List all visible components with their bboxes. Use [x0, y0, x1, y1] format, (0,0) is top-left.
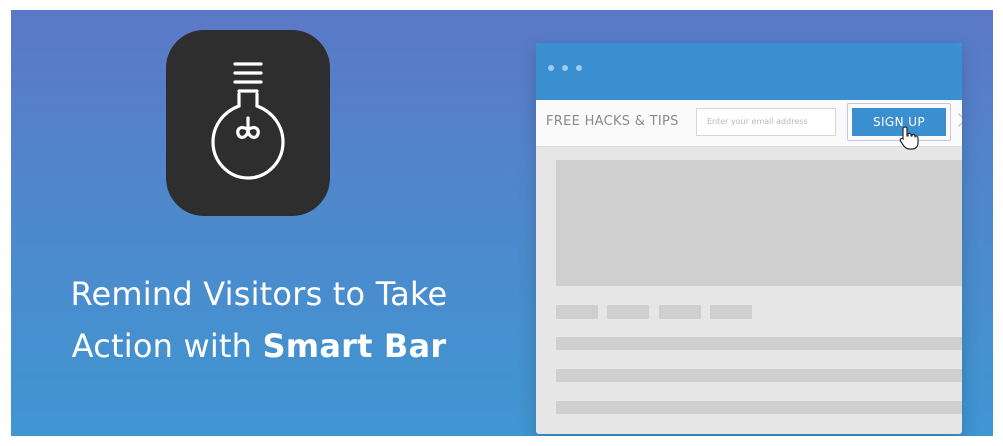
hand-pointer-icon: [899, 126, 919, 150]
banner: Remind Visitors to Take Action with Smar…: [11, 10, 993, 436]
content-line-placeholder: [556, 401, 962, 414]
lightbulb-icon: [211, 62, 285, 180]
headline-brand-name: Smart Bar: [262, 327, 447, 365]
browser-mockup: FREE HACKS & TIPS Enter your email addre…: [536, 43, 962, 434]
window-dot: [548, 65, 554, 71]
headline-line-2-prefix: Action with: [71, 327, 263, 365]
content-tag-placeholder: [710, 305, 752, 319]
browser-titlebar: [536, 43, 962, 100]
app-icon: [166, 30, 330, 216]
content-hero-placeholder: [556, 160, 962, 286]
email-input[interactable]: Enter your email address: [696, 108, 836, 136]
window-dot: [562, 65, 568, 71]
content-tag-placeholder: [659, 305, 701, 319]
headline-line-1: Remind Visitors to Take: [70, 275, 448, 313]
window-dot: [576, 65, 582, 71]
headline-line-2: Action with Smart Bar: [39, 320, 479, 372]
smart-bar: FREE HACKS & TIPS Enter your email addre…: [536, 100, 962, 150]
content-tag-placeholder: [556, 305, 598, 319]
headline: Remind Visitors to Take Action with Smar…: [39, 268, 479, 372]
close-icon[interactable]: [957, 110, 962, 130]
content-line-placeholder: [556, 337, 962, 350]
content-line-placeholder: [556, 369, 962, 382]
content-tag-placeholder: [607, 305, 649, 319]
smart-bar-label: FREE HACKS & TIPS: [546, 114, 679, 129]
